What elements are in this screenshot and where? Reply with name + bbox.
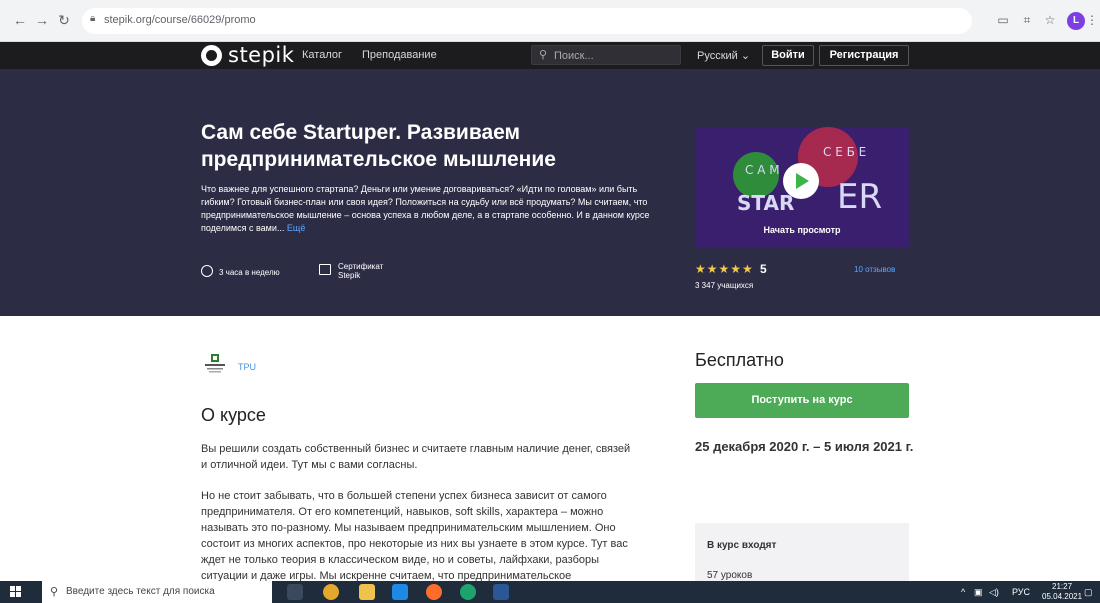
chevron-down-icon: ⌄ — [740, 50, 751, 62]
bookmark-star-icon[interactable]: ☆ — [1042, 12, 1058, 28]
about-paragraph-2: Но не стоит забывать, что в большей степ… — [201, 490, 628, 581]
extension-icon[interactable]: ⌗ — [1019, 12, 1035, 28]
rating-value: 5 — [760, 262, 767, 276]
promo-art-sebe: C Е Б Е — [823, 145, 867, 159]
tray-language[interactable]: РУС — [1012, 587, 1030, 597]
course-title: Сам себе Startuper. Развиваем предприним… — [201, 121, 556, 171]
course-hero: Сам себе Startuper. Развиваем предприним… — [0, 69, 1100, 316]
lessons-count: 57 уроков — [707, 570, 753, 581]
certificate-icon — [319, 264, 331, 275]
about-paragraph-1: Вы решили создать собственный бизнес и с… — [201, 443, 631, 471]
certificate-line2: Stepik — [338, 271, 361, 280]
promo-video[interactable]: C A M C Е Б Е STAR ER Начать просмотр — [695, 127, 909, 247]
language-selector[interactable]: Русский ⌄ — [697, 49, 750, 62]
course-summary-text: Что важнее для успешного стартапа? Деньг… — [201, 184, 650, 233]
organization-link[interactable]: TPU — [238, 362, 256, 372]
edge-icon[interactable] — [460, 584, 476, 600]
url-text: stepik.org/course/66029/promo — [104, 14, 256, 26]
workload-text: 3 часа в неделю — [219, 268, 280, 277]
promo-art-start: STAR — [737, 191, 795, 215]
enroll-button[interactable]: Поступить на курс — [695, 383, 909, 418]
profile-avatar[interactable]: L — [1067, 12, 1085, 30]
windows-start-icon[interactable] — [10, 586, 22, 598]
task-view-icon[interactable] — [287, 584, 303, 600]
nav-teaching[interactable]: Преподавание — [362, 49, 437, 61]
word-icon[interactable] — [493, 584, 509, 600]
promo-art-er: ER — [837, 177, 883, 217]
includes-title: В курс входят — [707, 540, 777, 551]
tray-volume-icon[interactable]: ◁) — [989, 587, 999, 598]
taskbar-search-placeholder: Введите здесь текст для поиска — [66, 586, 215, 597]
windows-taskbar: ⚲ Введите здесь текст для поиска ^ ▣ ◁) … — [0, 581, 1100, 603]
stepik-logo-icon[interactable] — [201, 45, 222, 66]
more-link[interactable]: Ещё — [287, 223, 305, 233]
chrome-icon[interactable] — [323, 584, 339, 600]
back-arrow-icon[interactable]: ← — [12, 12, 28, 28]
tpu-logo-icon[interactable] — [203, 354, 227, 374]
play-icon[interactable] — [783, 163, 819, 199]
stepik-logo-text[interactable]: stepik — [228, 43, 294, 67]
certificate-text: Сертификат Stepik — [338, 262, 383, 280]
search-icon: ⚲ — [50, 586, 59, 598]
clock-time: 21:27 — [1052, 582, 1073, 591]
clock-date: 05.04.2021 — [1042, 592, 1083, 601]
lock-icon: 🔒︎ — [90, 13, 96, 24]
course-summary: Что важнее для успешного стартапа? Деньг… — [201, 183, 661, 235]
file-explorer-icon[interactable] — [359, 584, 375, 600]
reload-icon[interactable]: ↻ — [56, 12, 72, 28]
clock-icon — [201, 265, 213, 277]
register-button[interactable]: Регистрация — [819, 45, 909, 66]
tray-chevron-up-icon[interactable]: ^ — [961, 587, 965, 597]
search-icon: ⚲ — [539, 49, 548, 61]
certificate-line1: Сертификат — [338, 262, 384, 271]
browser-toolbar: ← → ↻ 🔒︎ stepik.org/course/66029/promo ▭… — [0, 0, 1100, 42]
dropbox-icon[interactable] — [392, 584, 408, 600]
notifications-icon[interactable]: ▢ — [1084, 587, 1093, 598]
rating-stars: ★★★★★ — [695, 262, 754, 276]
search-input[interactable] — [554, 48, 674, 63]
students-count: 3 347 учащихся — [695, 281, 754, 290]
reviews-link[interactable]: 10 отзывов — [854, 265, 895, 274]
address-bar[interactable]: 🔒︎ stepik.org/course/66029/promo — [82, 8, 972, 34]
nav-catalog[interactable]: Каталог — [302, 49, 342, 61]
price-label: Бесплатно — [695, 350, 784, 370]
reader-mode-icon[interactable]: ▭ — [995, 12, 1011, 28]
search-box[interactable]: ⚲ — [531, 45, 681, 65]
language-label: Русский — [697, 50, 738, 62]
about-heading: О курсе — [201, 405, 266, 425]
menu-kebab-icon[interactable]: ⋮ — [1084, 12, 1100, 28]
start-watching-label[interactable]: Начать просмотр — [695, 225, 909, 235]
taskbar-search[interactable]: ⚲ Введите здесь текст для поиска — [42, 581, 272, 603]
taskbar-clock[interactable]: 21:27 05.04.2021 — [1042, 582, 1082, 602]
course-includes-panel: В курс входят 57 уроков — [695, 523, 909, 581]
site-header: stepik Каталог Преподавание ⚲ Русский ⌄ … — [0, 42, 1100, 69]
promo-art-cam: C A M — [745, 163, 780, 177]
firefox-icon[interactable] — [426, 584, 442, 600]
login-button[interactable]: Войти — [762, 45, 814, 66]
tray-network-icon[interactable]: ▣ — [974, 587, 983, 598]
course-dates: 25 декабря 2020 г. – 5 июля 2021 г. — [695, 439, 914, 454]
forward-arrow-icon[interactable]: → — [34, 12, 50, 28]
